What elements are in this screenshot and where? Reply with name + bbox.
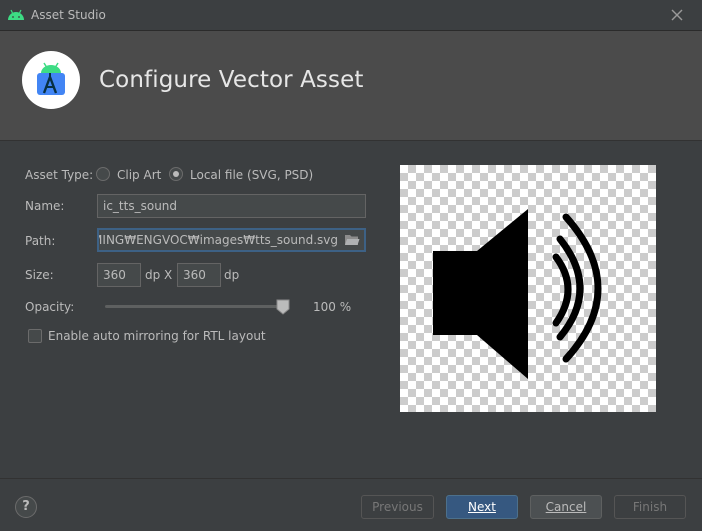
local-file-radio-label[interactable]: Local file (SVG, PSD) — [190, 168, 313, 182]
help-button[interactable]: ? — [15, 496, 37, 518]
cancel-button[interactable]: Cancel — [530, 495, 602, 519]
android-studio-logo — [22, 51, 80, 109]
local-file-radio[interactable] — [169, 167, 183, 181]
volume-up-icon — [433, 209, 602, 379]
height-field[interactable]: 360 — [177, 263, 221, 287]
folder-icon[interactable] — [344, 233, 360, 247]
android-icon — [8, 9, 24, 20]
width-field[interactable]: 360 — [97, 263, 141, 287]
clip-art-radio[interactable] — [96, 167, 110, 181]
size-label: Size: — [25, 268, 54, 282]
path-field[interactable]: GRAMMING₩ENGVOC₩images₩tts_sound.svg — [97, 228, 366, 252]
asset-type-label: Asset Type: — [25, 168, 94, 182]
close-icon[interactable] — [668, 6, 686, 24]
name-label: Name: — [25, 199, 65, 213]
page-title: Configure Vector Asset — [99, 67, 364, 93]
rtl-mirroring-checkbox[interactable] — [28, 329, 42, 343]
name-field[interactable]: ic_tts_sound — [97, 194, 366, 218]
height-unit: dp — [224, 268, 240, 282]
window-title: Asset Studio — [31, 8, 106, 22]
rtl-mirroring-label[interactable]: Enable auto mirroring for RTL layout — [48, 329, 266, 343]
opacity-value: 100 % — [313, 300, 352, 314]
previous-button[interactable]: Previous — [361, 495, 434, 519]
wizard-header: Configure Vector Asset — [0, 31, 702, 141]
clip-art-radio-label[interactable]: Clip Art — [117, 168, 161, 182]
title-bar: Asset Studio — [0, 0, 702, 31]
next-button[interactable]: Next — [446, 495, 518, 519]
path-label: Path: — [25, 234, 56, 248]
width-unit: dp — [145, 268, 161, 282]
opacity-slider[interactable] — [105, 305, 288, 308]
footer-divider — [0, 478, 702, 479]
cancel-button-label: Cancel — [545, 500, 587, 514]
asset-preview — [400, 165, 656, 412]
opacity-label: Opacity: — [25, 300, 75, 314]
size-separator: X — [164, 268, 173, 282]
next-button-label: Next — [468, 500, 496, 514]
path-field-value: GRAMMING₩ENGVOC₩images₩tts_sound.svg — [99, 233, 338, 247]
opacity-slider-thumb[interactable] — [276, 299, 290, 315]
finish-button[interactable]: Finish — [614, 495, 686, 519]
